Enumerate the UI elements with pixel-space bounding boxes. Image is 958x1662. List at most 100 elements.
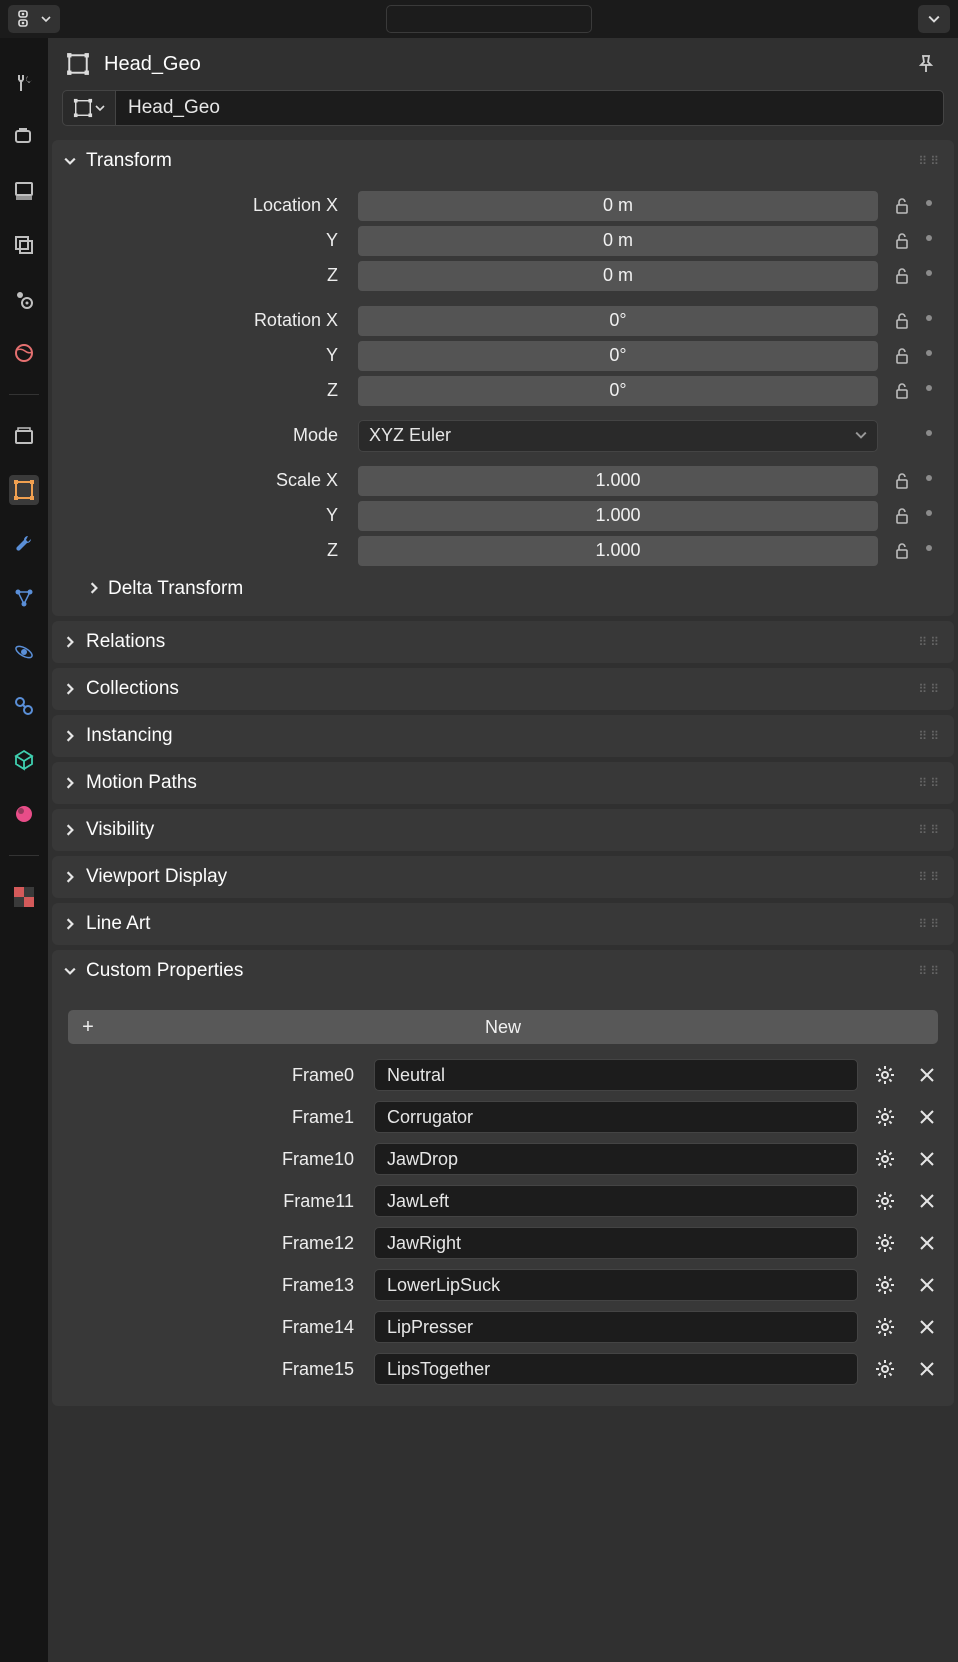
data-tab[interactable] [9,745,39,775]
remove-property-button[interactable] [912,1312,942,1342]
edit-property-button[interactable] [870,1312,900,1342]
remove-property-button[interactable] [912,1060,942,1090]
custom-property-value-field[interactable]: LowerLipSuck [374,1269,858,1301]
tool-tab[interactable] [9,68,39,98]
datablock-selector[interactable] [62,90,116,126]
remove-property-button[interactable] [912,1144,942,1174]
custom-property-value-field[interactable]: LipsTogether [374,1353,858,1385]
animate-dot[interactable] [926,315,938,327]
transform-panel-header[interactable]: Transform ⠿⠿ [64,150,942,172]
scale-y-field[interactable]: 1.000 [358,501,878,531]
relations-panel-header[interactable]: Relations ⠿⠿ [64,631,942,653]
object-name-input[interactable] [116,90,944,126]
remove-property-button[interactable] [912,1354,942,1384]
custom-properties-panel-header[interactable]: Custom Properties ⠿⠿ [64,960,942,982]
lock-button[interactable] [888,537,916,565]
visibility-panel-header[interactable]: Visibility ⠿⠿ [64,819,942,841]
grip-icon[interactable]: ⠿⠿ [918,964,942,978]
search-input[interactable] [401,11,600,28]
location-x-field[interactable]: 0 m [358,191,878,221]
rotation-z-field[interactable]: 0° [358,376,878,406]
animate-dot[interactable] [926,270,938,282]
animate-dot[interactable] [926,510,938,522]
motion-paths-panel: Motion Paths ⠿⠿ [52,762,954,804]
rotation-z-label: Z [64,380,348,401]
edit-property-button[interactable] [870,1144,900,1174]
remove-property-button[interactable] [912,1228,942,1258]
particles-tab[interactable] [9,583,39,613]
texture-tab[interactable] [9,882,39,912]
render-tab[interactable] [9,122,39,152]
remove-property-button[interactable] [912,1102,942,1132]
animate-dot[interactable] [926,385,938,397]
viewport-display-panel-header[interactable]: Viewport Display ⠿⠿ [64,866,942,888]
rotation-y-field[interactable]: 0° [358,341,878,371]
view-layer-tab[interactable] [9,230,39,260]
animate-dot[interactable] [926,350,938,362]
options-dropdown[interactable] [918,5,950,33]
location-z-field[interactable]: 0 m [358,261,878,291]
animate-dot[interactable] [926,475,938,487]
grip-icon[interactable]: ⠿⠿ [918,870,942,884]
scene-tab[interactable] [9,284,39,314]
instancing-panel-header[interactable]: Instancing ⠿⠿ [64,725,942,747]
gear-icon [875,1065,895,1085]
remove-property-button[interactable] [912,1270,942,1300]
constraints-tab[interactable] [9,691,39,721]
lock-button[interactable] [888,342,916,370]
lock-button[interactable] [888,502,916,530]
remove-property-button[interactable] [912,1186,942,1216]
editor-type-selector[interactable] [8,5,60,33]
animate-dot[interactable] [926,430,938,442]
scale-z-field[interactable]: 1.000 [358,536,878,566]
edit-property-button[interactable] [870,1228,900,1258]
custom-property-value-field[interactable]: Corrugator [374,1101,858,1133]
grip-icon[interactable]: ⠿⠿ [918,823,942,837]
edit-property-button[interactable] [870,1354,900,1384]
animate-dot[interactable] [926,200,938,212]
lock-button[interactable] [888,467,916,495]
rotation-mode-select[interactable]: XYZ Euler [358,420,878,452]
grip-icon[interactable]: ⠿⠿ [918,682,942,696]
property-search[interactable] [386,5,592,33]
custom-property-value-field[interactable]: Neutral [374,1059,858,1091]
motion-paths-panel-header[interactable]: Motion Paths ⠿⠿ [64,772,942,794]
collection-tab[interactable] [9,421,39,451]
edit-property-button[interactable] [870,1186,900,1216]
new-custom-property-button[interactable]: + New [68,1010,938,1044]
material-tab[interactable] [9,799,39,829]
delta-transform-header[interactable]: Delta Transform [64,568,942,600]
physics-tab[interactable] [9,637,39,667]
edit-property-button[interactable] [870,1060,900,1090]
grip-icon[interactable]: ⠿⠿ [918,729,942,743]
animate-dot[interactable] [926,545,938,557]
rotation-x-field[interactable]: 0° [358,306,878,336]
grip-icon[interactable]: ⠿⠿ [918,917,942,931]
custom-property-value-field[interactable]: JawRight [374,1227,858,1259]
lock-button[interactable] [888,307,916,335]
edit-property-button[interactable] [870,1270,900,1300]
world-tab[interactable] [9,338,39,368]
lock-button[interactable] [888,377,916,405]
output-tab[interactable] [9,176,39,206]
edit-property-button[interactable] [870,1102,900,1132]
lock-button[interactable] [888,262,916,290]
object-tab[interactable] [9,475,39,505]
grip-icon[interactable]: ⠿⠿ [918,776,942,790]
grip-icon[interactable]: ⠿⠿ [918,154,942,168]
scale-x-field[interactable]: 1.000 [358,466,878,496]
lock-button[interactable] [888,192,916,220]
location-y-field[interactable]: 0 m [358,226,878,256]
custom-property-value-field[interactable]: JawLeft [374,1185,858,1217]
grip-icon[interactable]: ⠿⠿ [918,635,942,649]
animate-dot[interactable] [926,235,938,247]
custom-property-value-field[interactable]: LipPresser [374,1311,858,1343]
custom-property-row: Frame13LowerLipSuck [64,1264,942,1306]
modifier-tab[interactable] [9,529,39,559]
pin-button[interactable] [912,50,940,78]
collections-panel-header[interactable]: Collections ⠿⠿ [64,678,942,700]
custom-property-value-field[interactable]: JawDrop [374,1143,858,1175]
lock-button[interactable] [888,227,916,255]
custom-property-label: Frame14 [64,1317,362,1338]
line-art-panel-header[interactable]: Line Art ⠿⠿ [64,913,942,935]
